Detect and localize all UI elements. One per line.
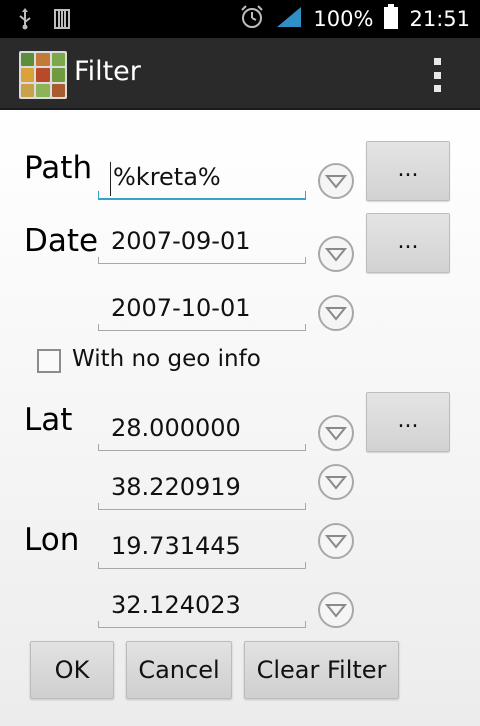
lon-from-input[interactable]: 19.731445 — [98, 529, 306, 569]
status-bar: 100% 21:51 — [0, 0, 480, 38]
lon-to-value: 32.124023 — [111, 591, 241, 619]
lat-from-dropdown-icon[interactable] — [318, 415, 354, 451]
action-bar: Filter — [0, 38, 480, 110]
text-cursor — [110, 162, 111, 196]
lat-to-dropdown-icon[interactable] — [318, 464, 354, 500]
alarm-icon — [239, 4, 265, 34]
battery-icon — [383, 4, 399, 34]
status-bar-left — [18, 8, 70, 34]
signal-icon — [275, 5, 303, 33]
no-geo-info-label[interactable]: With no geo info — [72, 346, 261, 372]
cancel-button[interactable]: Cancel — [126, 641, 232, 699]
lat-from-value: 28.000000 — [111, 414, 241, 442]
lon-to-dropdown-icon[interactable] — [318, 592, 354, 628]
lon-label: Lon — [24, 522, 80, 558]
date-label: Date — [24, 223, 99, 259]
battery-percent: 100% — [313, 7, 374, 31]
path-browse-button[interactable]: ... — [366, 141, 450, 201]
lon-to-input[interactable]: 32.124023 — [98, 588, 306, 628]
page-title: Filter — [74, 56, 141, 87]
lat-to-value: 38.220919 — [111, 473, 241, 501]
usb-icon — [18, 8, 32, 34]
date-browse-button[interactable]: ... — [366, 213, 450, 273]
date-from-dropdown-icon[interactable] — [318, 236, 354, 272]
date-to-value: 2007-10-01 — [111, 294, 251, 322]
clear-filter-button[interactable]: Clear Filter — [244, 641, 399, 699]
date-to-input[interactable]: 2007-10-01 — [98, 291, 306, 331]
lat-browse-button[interactable]: ... — [366, 392, 450, 452]
no-geo-info-checkbox[interactable] — [37, 349, 61, 373]
overflow-menu-icon[interactable] — [426, 58, 448, 92]
date-from-value: 2007-09-01 — [111, 227, 251, 255]
path-label: Path — [24, 150, 93, 186]
status-bar-right: 100% 21:51 — [239, 4, 470, 34]
date-from-input[interactable]: 2007-09-01 — [98, 224, 306, 264]
path-history-dropdown-icon[interactable] — [318, 163, 354, 199]
lon-from-dropdown-icon[interactable] — [318, 523, 354, 559]
date-to-dropdown-icon[interactable] — [318, 295, 354, 331]
path-input[interactable]: %kreta% — [98, 160, 306, 200]
clock: 21:51 — [409, 7, 470, 31]
sdcard-icon — [54, 9, 70, 33]
lon-from-value: 19.731445 — [111, 532, 241, 560]
lat-label: Lat — [24, 402, 73, 438]
lat-to-input[interactable]: 38.220919 — [98, 470, 306, 510]
ok-button[interactable]: OK — [30, 641, 114, 699]
path-value: %kreta% — [113, 163, 221, 191]
lat-from-input[interactable]: 28.000000 — [98, 411, 306, 451]
app-logo-icon — [19, 51, 67, 99]
